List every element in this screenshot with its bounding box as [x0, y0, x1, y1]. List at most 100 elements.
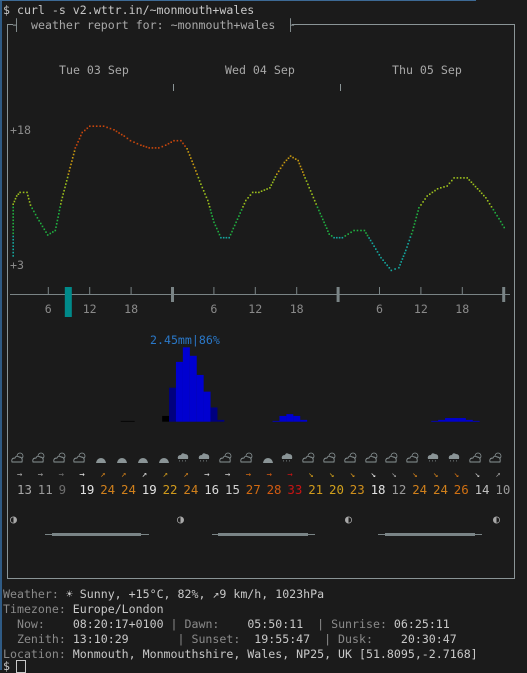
temperature-point	[14, 197, 17, 200]
precipitation-bar	[162, 415, 170, 422]
temperature-point	[440, 187, 442, 189]
temperature-point	[463, 177, 465, 179]
temperature-point	[136, 142, 139, 145]
wind-speed: 11	[37, 482, 53, 497]
temperature-point	[474, 185, 477, 188]
temperature-point	[89, 125, 91, 127]
partly-cloudy-icon	[364, 452, 377, 463]
wind-east-arrow-icon: →	[266, 470, 273, 480]
temperature-point	[74, 147, 77, 149]
temperature-point	[373, 245, 375, 247]
temperature-point	[68, 170, 71, 172]
wind-north-east-arrow-icon: ↗	[100, 470, 106, 480]
temperature-point	[12, 245, 14, 247]
hour-tick-label: 6	[44, 302, 52, 316]
temperature-point	[251, 191, 254, 194]
weather-line: Weather: ☀ Sunny, +15°C, 82%, ↗9 km/h, 1…	[3, 587, 324, 601]
temperature-point	[398, 266, 400, 269]
temperature-point	[283, 161, 286, 164]
wind-speed: 24	[412, 482, 428, 497]
precipitation-bar	[465, 419, 473, 422]
zenith-line: Zenith: 13:10:29 | Sunset: 19:55:47 | Du…	[3, 632, 457, 646]
temperature-point	[40, 222, 42, 225]
zenith-label: Zenith:	[3, 632, 73, 646]
moon-phase-icon: ◑	[177, 512, 184, 526]
prompt: $	[3, 659, 10, 673]
temperature-point	[350, 231, 352, 234]
temperature-point	[102, 125, 105, 127]
temperature-point	[407, 243, 409, 245]
precipitation-bar	[120, 420, 128, 422]
temperature-point	[133, 141, 135, 143]
temperature-point	[66, 176, 69, 179]
temperature-point	[266, 188, 268, 190]
wind-speed: 24	[183, 482, 199, 497]
temperature-point	[431, 191, 434, 194]
temperature-point	[276, 173, 278, 175]
wind-speed: 28	[266, 482, 282, 497]
temperature-point	[405, 249, 407, 252]
rain-icon: ʻʻʻ	[198, 453, 210, 464]
temperature-point	[249, 194, 252, 196]
temperature-point	[269, 187, 271, 189]
temperature-point	[191, 160, 193, 162]
temperature-point	[12, 216, 14, 218]
temperature-point	[140, 144, 142, 146]
temperature-point	[418, 207, 420, 209]
temperature-point	[353, 229, 355, 232]
temperature-point	[62, 193, 64, 195]
temperature-point	[406, 246, 408, 248]
temperature-point	[12, 203, 14, 205]
precipitation-bar	[472, 420, 480, 422]
temperature-point	[247, 197, 249, 199]
temperature-point	[190, 157, 192, 159]
temperature-point	[274, 176, 277, 178]
daylight-bar	[385, 533, 475, 536]
temperature-point	[412, 226, 415, 228]
moon-phase-icon: ◐	[493, 512, 500, 526]
temperature-point	[307, 183, 309, 186]
temperature-point	[240, 209, 243, 211]
partly-cloudy-icon	[219, 452, 232, 463]
temperature-point	[402, 255, 405, 257]
precipitation-max-label: 2.45mm|86%	[150, 333, 220, 347]
temperature-point	[468, 179, 471, 181]
partly-cloudy-icon	[52, 452, 65, 463]
temperature-point	[13, 200, 16, 203]
wind-speed: 27	[245, 482, 261, 497]
temperature-point	[195, 170, 197, 172]
terminal-cursor[interactable]	[16, 660, 26, 673]
partly-cloudy-icon	[489, 452, 502, 463]
partly-cloudy-icon	[73, 452, 86, 463]
wind-north-east-arrow-icon: ↗	[162, 470, 169, 480]
temperature-point	[75, 144, 78, 146]
temperature-point	[12, 226, 14, 228]
temperature-point	[384, 262, 386, 264]
temperature-point	[446, 185, 448, 187]
temperature-point	[12, 209, 14, 212]
temperature-point	[208, 206, 211, 208]
temperature-point	[336, 236, 338, 239]
wind-speed: 19	[141, 482, 157, 497]
temperature-point	[238, 215, 240, 217]
temperature-point	[315, 203, 317, 205]
temperature-point	[403, 252, 406, 255]
wind-speed: 23	[349, 482, 365, 497]
temperature-point	[408, 239, 411, 242]
temperature-point	[426, 195, 428, 197]
now-value: 08:20:17+0100	[72, 617, 164, 631]
wind-south-east-arrow-icon: ↘	[370, 470, 377, 480]
temperature-point	[12, 238, 14, 241]
temperature-point	[289, 155, 292, 157]
temperature-point	[486, 200, 489, 202]
temperature-point	[173, 139, 175, 142]
temperature-point	[263, 189, 266, 191]
temperature-point	[49, 232, 52, 235]
day-boundary-marker	[336, 287, 340, 302]
temperature-point	[126, 137, 129, 140]
temperature-point	[279, 167, 282, 170]
temperature-point	[476, 188, 479, 190]
location-value: Monmouth, Monmouthshire, Wales, NP25, UK…	[65, 647, 478, 661]
svg-text:ʻʻʻ: ʻʻʻ	[449, 459, 458, 464]
wind-speed: 24	[100, 482, 116, 497]
